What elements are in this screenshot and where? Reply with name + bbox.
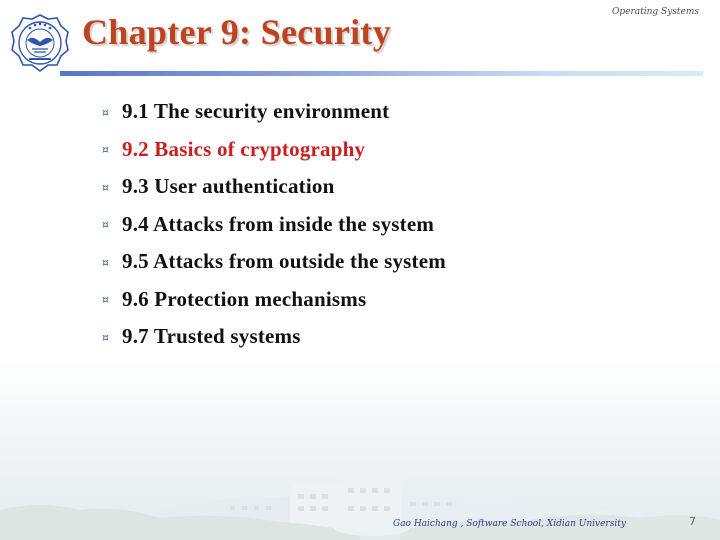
list-item: ¤ 9.5 Attacks from outside the system — [102, 243, 446, 281]
page-number: 7 — [689, 515, 696, 528]
list-item: ¤ 9.7 Trusted systems — [102, 318, 446, 356]
topic-label: 9.4 Attacks from inside the system — [122, 211, 435, 236]
bullet-icon: ¤ — [102, 218, 109, 232]
bullet-icon: ¤ — [102, 180, 109, 194]
bullet-icon: ¤ — [102, 293, 109, 307]
footer-author: Gao Haichang , Software School, Xidian U… — [393, 519, 626, 529]
topic-label: 9.7 Trusted systems — [122, 324, 301, 349]
topic-label: 9.3 User authentication — [122, 174, 335, 199]
topic-label-highlighted: 9.2 Basics of cryptography — [122, 136, 366, 161]
bullet-icon: ¤ — [102, 105, 109, 119]
topic-label: 9.6 Protection mechanisms — [122, 286, 367, 311]
slide: Chapter 9: Security Operating Systems ¤ … — [0, 0, 720, 540]
bullet-icon: ¤ — [102, 255, 109, 269]
campus-background-image — [0, 360, 720, 540]
course-name: Operating Systems — [611, 7, 699, 17]
university-seal-icon — [11, 14, 69, 72]
list-item: ¤ 9.6 Protection mechanisms — [102, 281, 446, 319]
list-item: ¤ 9.1 The security environment — [102, 93, 446, 131]
bullet-icon: ¤ — [102, 330, 109, 344]
title-underline — [60, 71, 703, 76]
slide-title: Chapter 9: Security — [82, 12, 391, 52]
list-item: ¤ 9.3 User authentication — [102, 168, 446, 206]
list-item: ¤ 9.2 Basics of cryptography — [102, 131, 446, 169]
bullet-icon: ¤ — [102, 143, 109, 157]
list-item: ¤ 9.4 Attacks from inside the system — [102, 206, 446, 244]
topic-label: 9.1 The security environment — [122, 99, 390, 124]
topic-label: 9.5 Attacks from outside the system — [122, 249, 446, 274]
topic-list: ¤ 9.1 The security environment ¤ 9.2 Bas… — [102, 93, 446, 356]
